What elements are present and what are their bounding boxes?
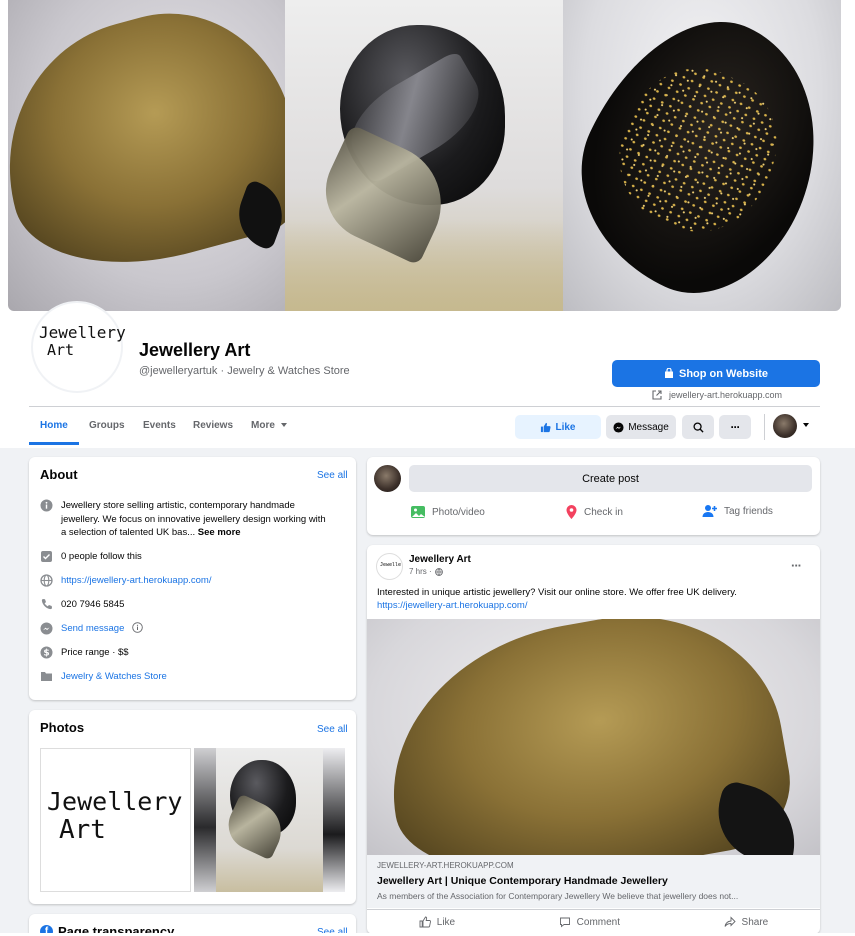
search-button[interactable] [682,415,714,439]
page-title: Jewellery Art [139,340,251,360]
photo-video-button[interactable]: Photo/video [410,504,485,520]
about-message-row: Send message [40,622,144,638]
followers-icon [40,550,53,563]
phone-icon [40,598,53,611]
dollar-icon: $ [40,646,53,659]
thumbs-up-icon [541,422,552,432]
post-like-button[interactable]: Like [419,916,455,928]
cover-photo[interactable] [8,0,841,311]
page-logo: Jewellery Art [39,323,126,359]
tab-home[interactable]: Home [40,420,68,431]
like-page-button[interactable]: Like [515,415,601,439]
photos-title: Photos [40,720,85,735]
create-post-button[interactable]: Create post [409,465,812,492]
post-link[interactable]: https://jewellery-art.herokuapp.com/ [377,600,527,611]
tag-icon [40,670,53,683]
globe-icon [434,567,443,576]
preview-description: As members of the Association for Contem… [377,891,739,901]
post-timestamp: 7 hrs · [409,567,443,576]
about-category-row: Jewelry & Watches Store [40,670,167,684]
globe-icon [40,574,53,587]
avatar [374,465,401,492]
phone-number: 020 7946 5845 [61,599,125,610]
post-actions-bar: Like Comment Share [367,909,820,934]
tag-friends-button[interactable]: Tag friends [702,504,773,518]
see-more-link[interactable]: See more [198,527,241,538]
info-icon [40,499,53,512]
about-followers-row: 0 people follow this [40,550,142,564]
shop-website-link[interactable]: jewellery-art.herokuapp.com [652,390,782,400]
info-outline-icon[interactable] [132,622,144,638]
post-more-options-icon[interactable]: ··· [791,558,802,573]
comment-icon [559,917,570,928]
search-icon [692,421,704,433]
about-phone-row: 020 7946 5845 [40,598,124,612]
cover-image-black-ring [285,0,563,311]
check-in-button[interactable]: Check in [565,504,623,520]
post-author-name[interactable]: Jewellery Art [409,554,471,565]
message-button[interactable]: Message [606,415,676,439]
avatar[interactable] [773,414,797,438]
photo-thumbnail-logo[interactable]: Jewellery Art [40,748,191,892]
tab-events[interactable]: Events [143,420,176,431]
svg-text:$: $ [43,649,49,659]
about-description-row: Jewellery store selling artistic, contem… [40,499,345,540]
about-price-row: $ Price range · $$ [40,646,129,660]
photo-icon [411,506,425,518]
messenger-icon [613,421,624,433]
tab-more[interactable]: More [251,420,287,431]
post-text: Interested in unique artistic jewellery?… [377,587,737,611]
external-link-icon [652,390,662,400]
followers-count: 0 people follow this [61,551,142,562]
header-divider [29,406,820,407]
cover-image-gold-ring [8,0,285,311]
page-handle-category: @jewelleryartuk · Jewelry & Watches Stor… [139,365,350,377]
price-range: Price range · $$ [61,647,129,658]
about-description: Jewellery store selling artistic, contem… [61,500,326,538]
photo-thumbnail-ring[interactable] [194,748,345,892]
send-message-link[interactable]: Send message [61,622,124,636]
more-dots-icon: ··· [730,420,741,434]
preview-domain: JEWELLERY-ART.HEROKUAPP.COM [377,861,514,870]
share-icon [724,916,736,927]
shop-on-website-button[interactable]: Shop on Website [612,360,820,387]
tab-groups[interactable]: Groups [89,420,125,431]
category-link[interactable]: Jewelry & Watches Store [61,670,167,684]
about-title: About [40,467,78,482]
messenger-icon [40,622,53,635]
link-preview[interactable]: JEWELLERY-ART.HEROKUAPP.COM Jewellery Ar… [367,855,820,908]
cover-image-black-gold-ring [563,0,841,311]
profile-picture[interactable]: Jewellery Art [31,301,126,393]
post-link-image[interactable] [367,619,820,855]
tag-friends-icon [702,505,717,517]
about-see-all-link[interactable]: See all [317,470,348,481]
preview-title: Jewellery Art | Unique Contemporary Hand… [377,875,668,887]
chevron-down-icon [280,423,287,428]
more-options-button[interactable]: ··· [719,415,751,439]
about-website-row: https://jewellery-art.herokuapp.com/ [40,574,211,588]
shopping-bag-icon [664,368,673,378]
tab-reviews[interactable]: Reviews [193,420,233,431]
post-author-avatar[interactable]: Jewellery [376,553,403,580]
thumbs-up-icon [419,916,431,928]
website-link[interactable]: https://jewellery-art.herokuapp.com/ [61,574,211,588]
location-pin-icon [566,505,577,519]
page-header: Jewellery Art Jewellery Art @jewelleryar… [0,0,855,448]
chevron-down-icon[interactable] [803,423,809,427]
nav-separator [764,414,765,440]
active-tab-indicator [29,442,79,445]
photos-see-all-link[interactable]: See all [317,724,348,735]
post-share-button[interactable]: Share [724,916,768,928]
post-comment-button[interactable]: Comment [559,916,620,928]
